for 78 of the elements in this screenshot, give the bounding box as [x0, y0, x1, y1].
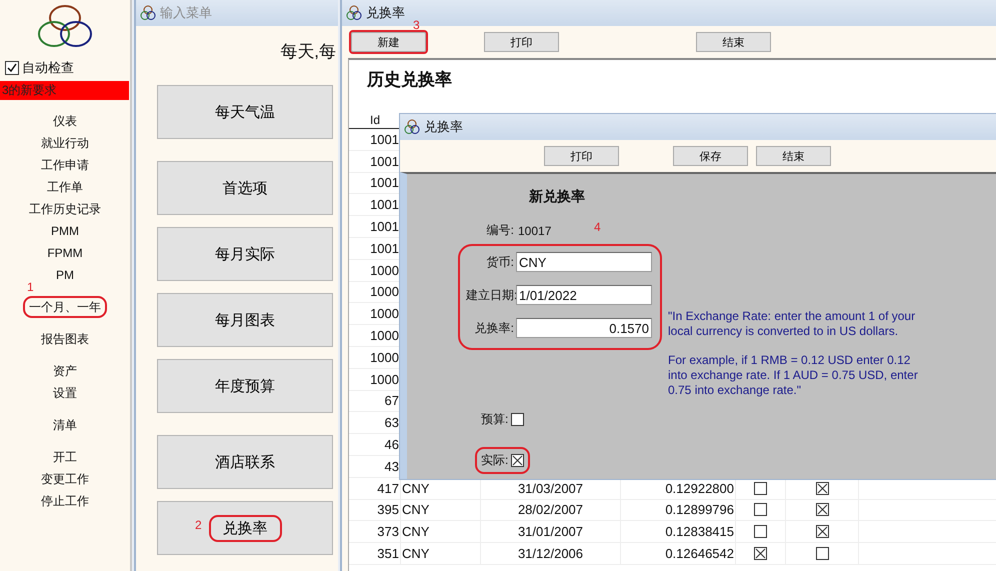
callout-number: 1 [27, 280, 34, 294]
sidebar-item[interactable]: 变更工作 [35, 468, 95, 490]
alert-bar[interactable]: 3的新要求 [0, 81, 129, 100]
sidebar-item[interactable]: 停止工作 [35, 490, 95, 512]
rings-icon [140, 5, 156, 21]
checkbox-label: 预算: [481, 411, 508, 428]
sidebar-item[interactable]: 清单 [47, 414, 83, 436]
callout-number: 3 [413, 18, 420, 32]
table-cell: 28/02/2007 [481, 500, 621, 520]
table-cell: 0.12838415 [621, 521, 736, 542]
sidebar-item[interactable]: 仪表 [47, 110, 83, 132]
toolbar-button[interactable]: 打印 [544, 146, 619, 166]
rings-icon [346, 5, 362, 21]
page-header: 每天,每 [280, 42, 336, 61]
checkbox[interactable] [816, 547, 828, 560]
toolbar-button[interactable]: 保存 [673, 146, 748, 166]
sidebar-item[interactable]: FPMM [41, 242, 89, 264]
checkbox-label: 实际: [481, 452, 508, 469]
checked-checkbox[interactable] [754, 547, 767, 560]
toolbar-button[interactable]: 打印 [484, 32, 559, 52]
menu-button[interactable]: 2 兑换率 [157, 501, 333, 555]
checked-checkbox[interactable] [816, 525, 828, 538]
checkbox[interactable] [754, 503, 767, 516]
checked-checkbox[interactable] [816, 482, 828, 495]
sidebar-item[interactable]: 报告图表 [35, 328, 95, 350]
checkbox[interactable] [511, 413, 524, 426]
help-text: For example, if 1 RMB = 0.12 USD enter 0.12 into exchange rate. If 1 AUD = 0.75 USD, enter 0.75 into exchange rate." [668, 353, 919, 398]
table-cell: CNY [401, 500, 481, 520]
menu-button[interactable]: 年度预算 [157, 359, 333, 413]
menu-button[interactable]: 每天气温 [157, 85, 333, 139]
table-cell: CNY [401, 543, 481, 564]
callout-number: 2 [195, 518, 202, 532]
menu-button[interactable]: 酒店联系 [157, 435, 333, 489]
field-label: 编号: [486, 222, 514, 239]
field-value: 10017 [518, 224, 552, 238]
table-cell: 373 [349, 521, 401, 542]
sidebar-item[interactable]: 开工 [47, 446, 83, 468]
menu-button[interactable]: 每月图表 [157, 293, 333, 347]
sidebar-item[interactable]: PMM [45, 220, 85, 242]
checkbox[interactable] [754, 482, 767, 495]
menu-button[interactable]: 首选项 [157, 161, 333, 215]
help-text: "In Exchange Rate: enter the amount 1 of your local currency is converted to in US dollars. [668, 309, 916, 339]
window-title: 输入菜单 [160, 4, 212, 22]
toolbar-button[interactable]: 结束 [696, 32, 771, 52]
input-field[interactable]: 1/01/2022 [516, 285, 652, 305]
callout-number: 4 [594, 220, 601, 234]
window-title: 兑换率 [366, 4, 405, 22]
input-field[interactable]: CNY [516, 252, 652, 272]
table-cell: 351 [349, 543, 401, 564]
sidebar-item[interactable]: 工作申请 [35, 154, 95, 176]
field-label: 货币: [486, 254, 514, 270]
checked-checkbox[interactable] [511, 454, 524, 467]
menu-button[interactable]: 每月实际 [157, 227, 333, 281]
input-field[interactable]: 0.1570 [516, 318, 652, 338]
table-cell: CNY [401, 521, 481, 542]
sidebar-item[interactable]: 就业行动 [35, 132, 95, 154]
checked-checkbox[interactable] [816, 503, 828, 516]
sidebar-item[interactable]: 一个月、一年 [23, 296, 107, 318]
table-cell: 0.12646542 [621, 543, 736, 564]
sidebar-item[interactable]: 工作单 [41, 176, 89, 198]
rings-icon [404, 119, 420, 135]
checkbox[interactable] [754, 525, 767, 538]
table-cell: 0.12899796 [621, 500, 736, 520]
form-title: 新兑换率 [529, 188, 586, 206]
window-title: 兑换率 [424, 118, 463, 136]
table-cell: 395 [349, 500, 401, 520]
sidebar-item[interactable]: 工作历史记录 [23, 198, 107, 220]
toolbar-button[interactable]: 结束 [756, 146, 831, 166]
section-heading: 历史兑换率 [367, 69, 453, 91]
checkbox-label: 自动检查 [22, 59, 74, 77]
field-label: 兑换率: [474, 320, 514, 336]
sidebar-item[interactable]: 资产 [47, 360, 83, 382]
checkbox[interactable] [5, 61, 19, 75]
field-label: 建立日期: [466, 286, 514, 304]
table-cell: 31/12/2006 [481, 543, 621, 564]
table-cell: 31/01/2007 [481, 521, 621, 542]
sidebar-item[interactable]: 设置 [47, 382, 83, 404]
sidebar-item[interactable]: PM [50, 264, 80, 286]
